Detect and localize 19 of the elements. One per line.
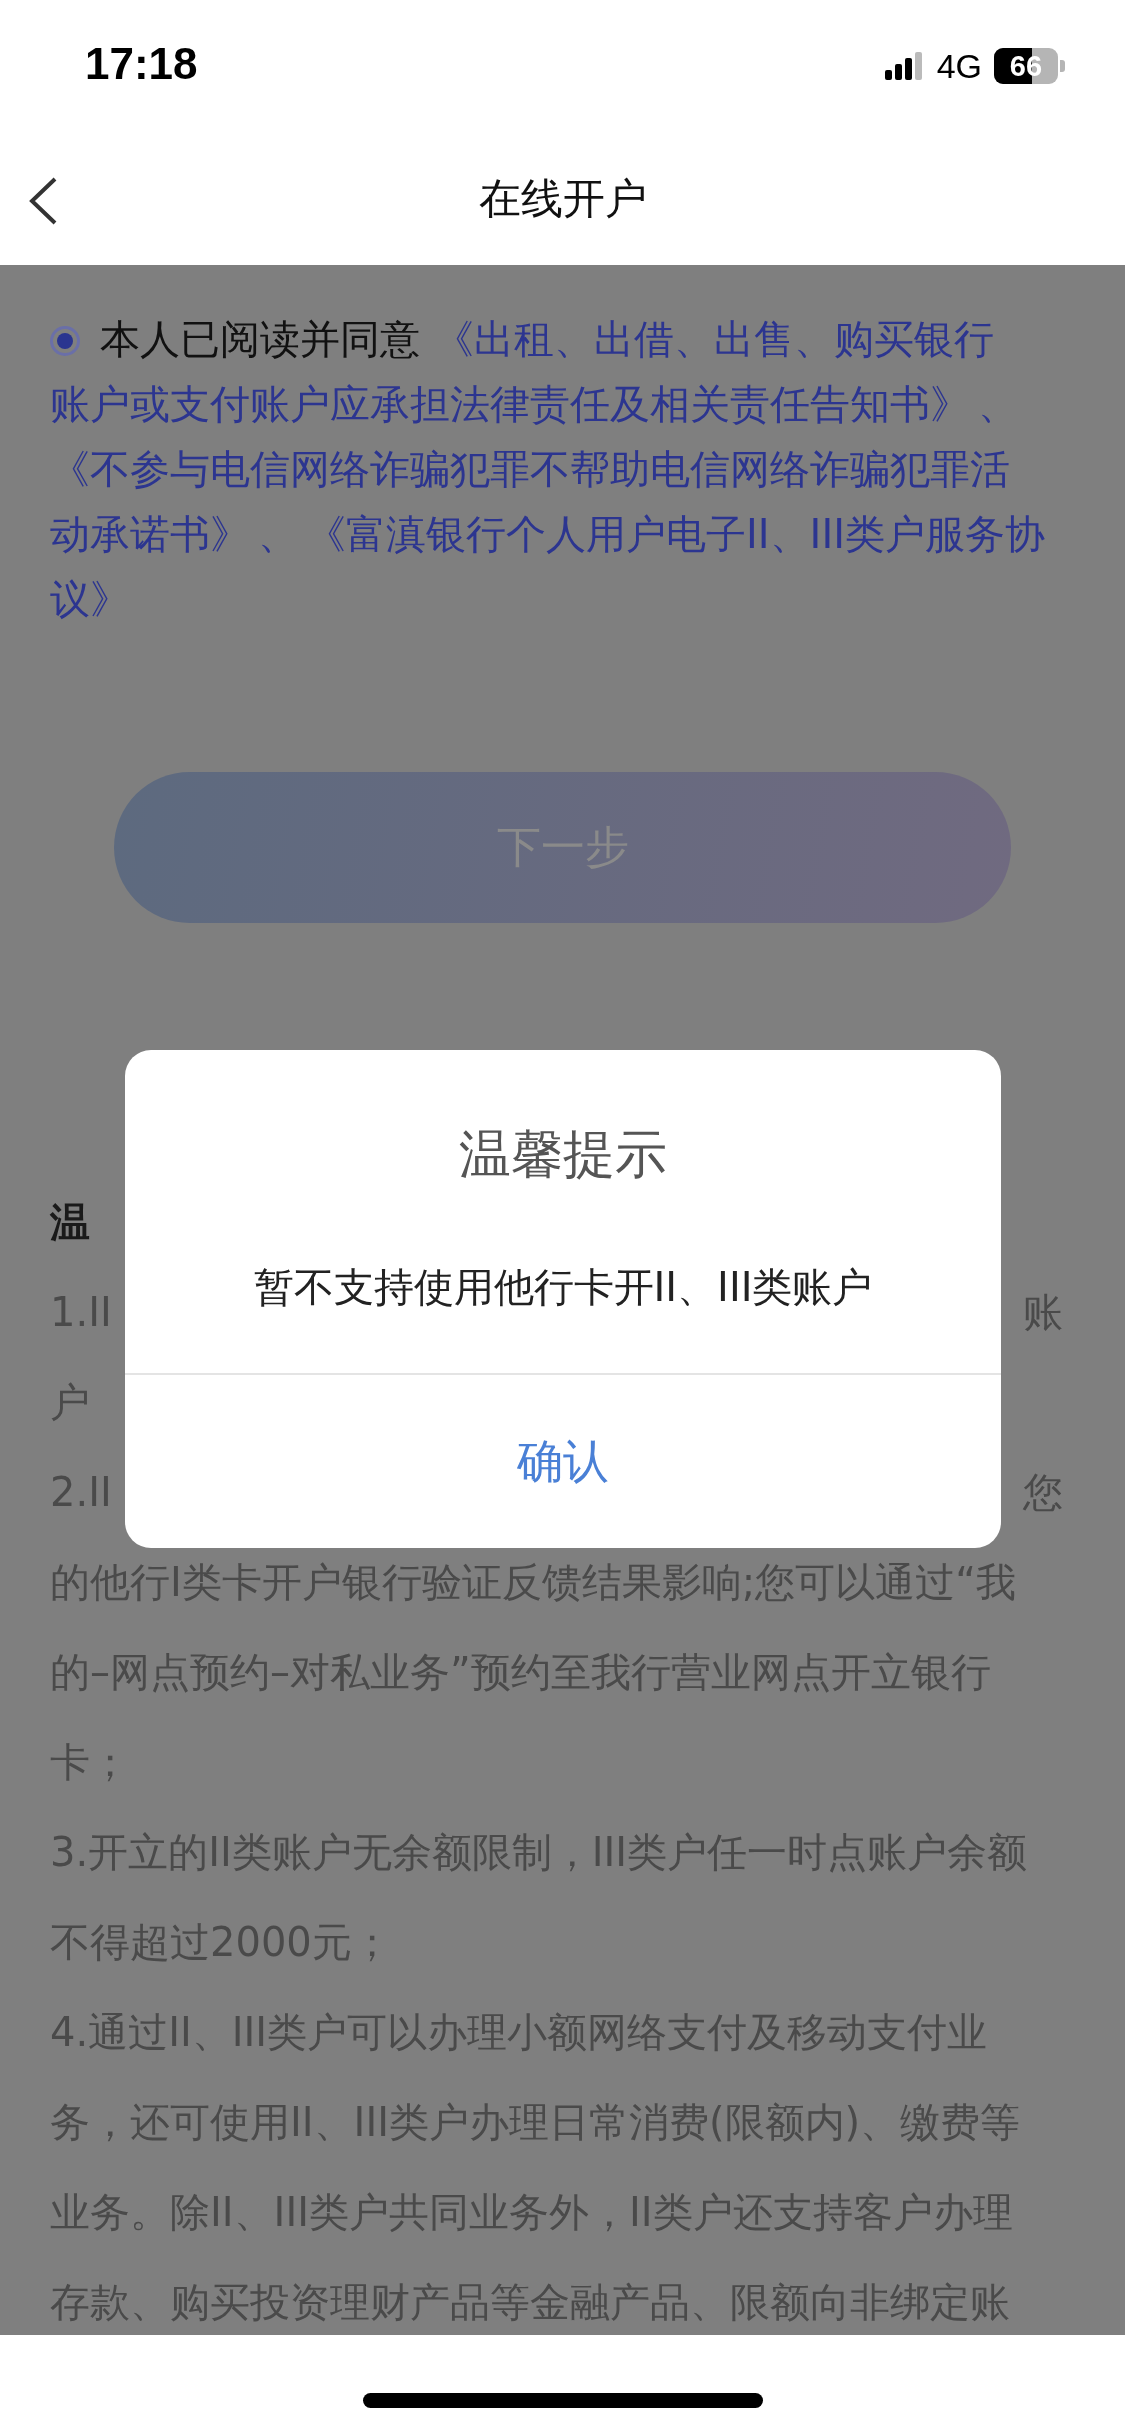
separator: 、: [978, 381, 1018, 427]
confirm-button[interactable]: 确认: [125, 1375, 1001, 1548]
agreement-link[interactable]: 《富滇银行个人用户电子II、III类户服务协: [306, 511, 1045, 557]
agreement-link[interactable]: 《不参与电信网络诈骗犯罪不帮助电信网络诈骗犯罪活: [50, 446, 1010, 492]
agree-radio[interactable]: [50, 326, 80, 356]
dialog-message: 暂不支持使用他行卡开II、III类账户: [253, 1263, 873, 1312]
agreement-link[interactable]: 动承诺书》: [50, 511, 250, 557]
signal-icon: [884, 52, 925, 80]
agreement-link[interactable]: 账户或支付账户应承担法律责任及相关责任告知书》: [50, 381, 970, 427]
back-icon[interactable]: [28, 176, 58, 226]
status-time: 17:18: [85, 39, 198, 89]
dialog-title: 温馨提示: [459, 1123, 667, 1186]
agree-label: 本人已阅读并同意: [100, 316, 420, 362]
network-label: 4G: [936, 46, 982, 86]
agreement-link[interactable]: 《出租、出借、出售、购买银行: [434, 316, 994, 362]
separator: 、: [258, 511, 298, 557]
hint-title: 温: [50, 1198, 91, 1247]
page-title: 在线开户: [478, 172, 647, 225]
agreement-link[interactable]: 议》: [50, 576, 130, 622]
